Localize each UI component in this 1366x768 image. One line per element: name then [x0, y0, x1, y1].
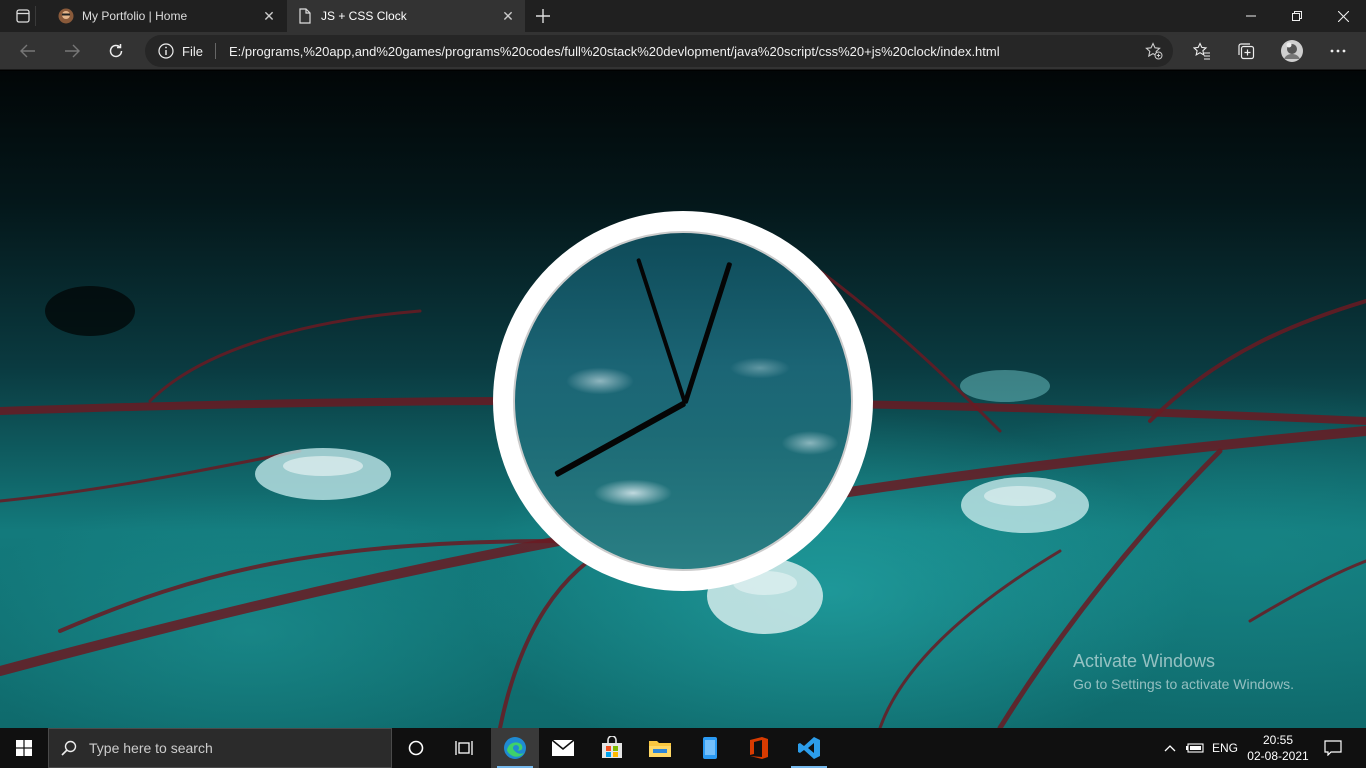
edge-icon	[504, 737, 526, 759]
tab-bar: My Portfolio | Home ✕ JS + CSS Clock ✕	[0, 0, 1366, 32]
tab-title: JS + CSS Clock	[321, 9, 407, 23]
more-button[interactable]	[1324, 37, 1352, 65]
vscode-icon	[798, 737, 820, 759]
system-date: 02-08-2021	[1247, 749, 1309, 763]
collections-icon	[1238, 43, 1255, 60]
tab-portfolio[interactable]: My Portfolio | Home ✕	[48, 0, 286, 32]
taskbar-edge[interactable]	[491, 728, 539, 768]
plus-icon	[536, 9, 550, 23]
show-hidden-icons-button[interactable]	[1160, 728, 1180, 768]
task-view-button[interactable]	[440, 728, 488, 768]
restore-icon	[1292, 11, 1302, 21]
favorites-button[interactable]	[1188, 37, 1216, 65]
taskbar-file-explorer[interactable]	[636, 728, 684, 768]
hour-hand	[554, 400, 687, 478]
profile-button[interactable]	[1278, 37, 1306, 65]
cortana-circle-icon	[408, 740, 424, 756]
tab-title: My Portfolio | Home	[82, 9, 188, 23]
new-tab-button[interactable]	[532, 5, 554, 27]
cortana-button[interactable]	[392, 728, 440, 768]
info-icon[interactable]	[157, 42, 175, 60]
page-viewport: Activate Windows Go to Settings to activ…	[0, 71, 1366, 728]
navigation-bar: File E:/programs,%20app,and%20games/prog…	[0, 32, 1366, 70]
store-icon	[602, 736, 622, 758]
folder-icon	[649, 741, 671, 757]
action-center-button[interactable]	[1318, 728, 1348, 768]
add-favorite-icon[interactable]	[1143, 40, 1165, 62]
arrow-left-icon	[20, 44, 35, 58]
taskbar-office[interactable]	[735, 728, 783, 768]
clock-face	[513, 231, 853, 571]
favorites-icon	[1193, 42, 1210, 60]
address-bar[interactable]: File E:/programs,%20app,and%20games/prog…	[145, 35, 1173, 67]
restore-button[interactable]	[1274, 0, 1320, 32]
collections-button[interactable]	[1232, 37, 1260, 65]
search-icon	[49, 740, 89, 756]
mail-icon	[551, 739, 575, 756]
search-placeholder: Type here to search	[89, 740, 213, 756]
page-icon	[297, 8, 313, 24]
taskbar-vscode[interactable]	[785, 728, 833, 768]
tab-actions-button[interactable]	[10, 6, 36, 26]
close-tab-icon[interactable]: ✕	[258, 5, 280, 27]
language-indicator[interactable]: ENG	[1208, 728, 1242, 768]
back-button[interactable]	[14, 37, 42, 65]
close-window-button[interactable]	[1320, 0, 1366, 32]
notification-icon	[1324, 740, 1342, 756]
url-text[interactable]: E:/programs,%20app,and%20games/programs%…	[229, 44, 1143, 59]
tab-clock[interactable]: JS + CSS Clock ✕	[287, 0, 525, 32]
taskbar-search[interactable]: Type here to search	[48, 728, 392, 768]
windows-logo-icon	[16, 740, 32, 756]
refresh-button[interactable]	[102, 37, 130, 65]
second-hand	[636, 257, 687, 404]
chevron-up-icon	[1164, 745, 1176, 752]
office-icon	[750, 737, 768, 759]
battery-button[interactable]	[1183, 728, 1207, 768]
task-view-icon	[455, 741, 473, 755]
taskbar: Type here to search ENG 20:55 02-08-2021	[0, 728, 1366, 768]
close-icon	[1337, 10, 1349, 22]
system-clock[interactable]: 20:55 02-08-2021	[1242, 732, 1314, 764]
scheme-label: File	[182, 43, 203, 59]
taskbar-phone-app[interactable]	[686, 728, 734, 768]
start-button[interactable]	[0, 728, 48, 768]
forward-button[interactable]	[58, 37, 86, 65]
avatar-icon	[1281, 40, 1303, 62]
watermark-title: Activate Windows	[1073, 651, 1216, 671]
taskbar-store[interactable]	[588, 728, 636, 768]
phone-icon	[703, 737, 717, 759]
ellipsis-icon	[1330, 49, 1346, 53]
refresh-icon	[109, 44, 123, 58]
taskbar-mail[interactable]	[539, 728, 587, 768]
avatar-favicon-icon	[58, 8, 74, 24]
analog-clock	[493, 211, 873, 591]
minute-hand	[682, 261, 733, 404]
activate-windows-watermark: Activate Windows Go to Settings to activ…	[1073, 651, 1294, 692]
minimize-button[interactable]	[1228, 0, 1274, 32]
battery-icon	[1186, 743, 1204, 753]
arrow-right-icon	[65, 44, 80, 58]
system-time: 20:55	[1262, 733, 1294, 747]
close-tab-icon[interactable]: ✕	[497, 5, 519, 27]
tab-actions-icon	[15, 9, 30, 23]
watermark-subtitle: Go to Settings to activate Windows.	[1073, 676, 1294, 692]
address-divider	[214, 43, 216, 59]
minimize-icon	[1246, 15, 1256, 17]
